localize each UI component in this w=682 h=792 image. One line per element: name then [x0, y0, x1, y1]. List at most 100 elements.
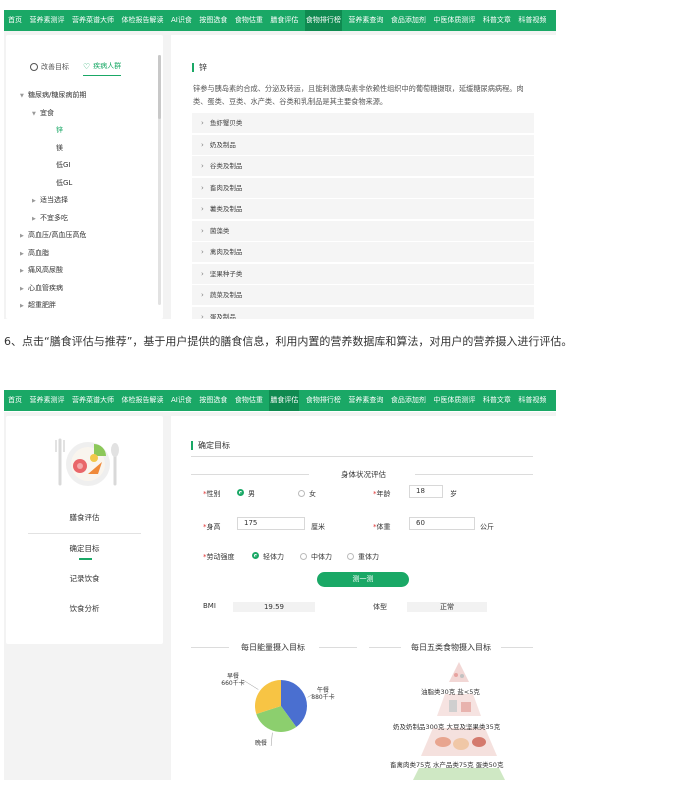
tree-item[interactable]: 镁: [20, 140, 86, 158]
nav-item[interactable]: 食品添加剂: [390, 390, 427, 411]
nutrient-description: 锌参与胰岛素的合成、分泌及转运，且能刺激胰岛素非依赖性组织中的葡萄糖摄取，延缓糖…: [193, 84, 524, 106]
food-category-item[interactable]: › 畜肉及制品: [192, 177, 534, 198]
activity-heavy-radio[interactable]: [347, 553, 354, 560]
nav-item[interactable]: 营养素查询: [347, 10, 384, 31]
nav-item[interactable]: 首页: [7, 10, 23, 31]
tree-item[interactable]: 低GL: [20, 175, 86, 193]
nav-item[interactable]: 营养素查询: [347, 390, 384, 411]
disease-tree: ▼ 糖尿病/糖尿病前期 ▼ 宜食锌镁低GI 低GL ▶ 适当选择 ▶ 不宜多吃 ▶ 高血压/高血压高…: [20, 87, 86, 319]
food-category-item[interactable]: › 谷类及制品: [192, 156, 534, 176]
measure-button[interactable]: 测一测: [317, 572, 409, 587]
tree-item[interactable]: ▶ 高血脂: [20, 245, 86, 263]
nav-item[interactable]: 首页: [7, 390, 23, 411]
nav-item[interactable]: 营养素测评: [29, 10, 66, 31]
food-category-item[interactable]: › 禽肉及制品: [192, 242, 534, 262]
divider-food-left: [369, 647, 401, 648]
pie-value-label: 880千卡: [311, 693, 334, 701]
diet-plate-icon: [55, 438, 119, 486]
height-input[interactable]: 175: [237, 517, 305, 530]
gender-female-radio[interactable]: [298, 490, 305, 497]
tree-item[interactable]: ▼ 糖尿病/糖尿病前期: [20, 87, 86, 105]
nav-item[interactable]: 营养菜谱大师: [71, 390, 115, 411]
tree-item-label: 口腔溃疡: [28, 319, 56, 320]
nav-item[interactable]: 科普视频: [517, 390, 547, 411]
sidebar-scrollbar[interactable]: [158, 55, 161, 305]
food-category-item[interactable]: › 薯类及制品: [192, 199, 534, 219]
chevron-right-icon: ›: [201, 119, 204, 127]
nav-item[interactable]: AI识食: [170, 390, 193, 411]
tree-item[interactable]: ▼ 宜食: [20, 105, 86, 123]
nav-item[interactable]: 食物估重: [234, 10, 264, 31]
pyramid-level-oil-salt: 油脂类30克 盐<5克: [421, 688, 480, 696]
food-category-item[interactable]: › 鱼虾蟹贝类: [192, 113, 534, 133]
body-assessment-title: 身体状况评估: [341, 470, 386, 479]
nav-item[interactable]: 科普文章: [482, 10, 512, 31]
tree-item[interactable]: ▶ 痛风高尿酸: [20, 262, 86, 280]
active-indicator: [79, 558, 92, 560]
assessment-sidebar: 膳食评估 确定目标 记录饮食 饮食分析: [6, 416, 163, 644]
tree-item[interactable]: ▶ 适当选择: [20, 192, 86, 210]
divider-energy-left: [191, 647, 229, 648]
nav-item[interactable]: 按图选食: [198, 10, 228, 31]
food-category-item[interactable]: › 蔬菜及制品: [192, 285, 534, 305]
nav-item[interactable]: 按图选食: [198, 390, 228, 411]
food-category-item[interactable]: › 坚果种子类: [192, 263, 534, 284]
activity-light-radio[interactable]: [252, 552, 259, 559]
tree-item-label: 心血管疾病: [28, 283, 63, 292]
nav-item[interactable]: 中医体质测评: [432, 390, 476, 411]
food-category-label: 谷类及制品: [209, 162, 243, 170]
activity-label: *劳动强度: [203, 553, 235, 561]
nav-item[interactable]: AI识食: [170, 10, 193, 31]
nav-item[interactable]: 中医体质测评: [432, 10, 476, 31]
tab-improve-goal[interactable]: 改善目标: [30, 61, 69, 76]
pie-category-label: 午餐: [317, 686, 329, 694]
tree-item[interactable]: 低GI: [20, 157, 86, 175]
divider-food-right: [501, 647, 533, 648]
food-category-item[interactable]: › 奶及制品: [192, 134, 534, 155]
tree-item[interactable]: ▶口腔溃疡: [20, 315, 86, 320]
nav-item[interactable]: 食品添加剂: [390, 10, 427, 31]
nav-item[interactable]: 食物排行榜: [304, 10, 342, 31]
nav-item[interactable]: 食物估重: [234, 390, 264, 411]
nav-item[interactable]: 膳食评估: [269, 10, 299, 31]
sidebar-item-record-diet[interactable]: 记录饮食: [6, 573, 163, 584]
food-category-item[interactable]: › 菌藻类: [192, 220, 534, 241]
top-nav-bar-2: 首页 营养素测评 营养菜谱大师 体检报告解读 AI识食 按图选食 食物估重 膳食评估 食物排行榜…: [4, 390, 556, 411]
sidebar-item-diet-analysis[interactable]: 饮食分析: [6, 603, 163, 614]
sidebar-tabs: 改善目标 ♡ 疾病人群: [30, 61, 122, 76]
sidebar-divider: [28, 533, 141, 534]
nav-item[interactable]: 营养菜谱大师: [71, 10, 115, 31]
gender-male-label: 男: [248, 490, 255, 498]
nav-item[interactable]: 科普文章: [482, 390, 512, 411]
tree-item[interactable]: 锌: [20, 122, 86, 140]
weight-input[interactable]: 60: [409, 517, 475, 530]
age-input[interactable]: 18: [409, 485, 443, 498]
nav-item[interactable]: 食物排行榜: [305, 390, 342, 411]
food-category-label: 薯类及制品: [209, 205, 243, 213]
heartbeat-icon: ♡: [83, 61, 91, 71]
tree-item[interactable]: ▶ 高血压/高血压高危: [20, 227, 86, 245]
pie-category-label: 晚餐: [255, 739, 267, 746]
divider-right: [415, 474, 533, 475]
tree-item[interactable]: ▶ 心血管疾病: [20, 280, 86, 298]
activity-medium-radio[interactable]: [300, 553, 307, 560]
scrollbar-thumb[interactable]: [158, 55, 161, 119]
nav-item[interactable]: 膳食评估: [269, 390, 300, 411]
tab-disease-group[interactable]: ♡ 疾病人群: [83, 61, 122, 76]
tree-item[interactable]: ▶ 不宜多吃: [20, 210, 86, 228]
pyramid-level-meat-egg: 畜禽肉类75克 水产品类75克 蛋类50克: [390, 761, 504, 769]
sidebar-item-set-goal[interactable]: 确定目标: [6, 543, 163, 554]
food-category-label: 蛋及制品: [209, 312, 236, 320]
title-accent-bar: [192, 63, 194, 72]
caret-down-icon: ▼: [20, 93, 24, 99]
tree-item[interactable]: ▶ 超重肥胖: [20, 297, 86, 315]
gender-male-radio[interactable]: [237, 489, 244, 496]
nav-item[interactable]: 体检报告解读: [121, 10, 165, 31]
food-category-label: 畜肉及制品: [209, 183, 243, 192]
divider-left: [191, 474, 309, 475]
food-ranking-screenshot: 改善目标 ♡ 疾病人群 ▼ 糖尿病/糖尿病前期 ▼ 宜食锌镁低GI 低GL ▶ 适当选择 ▶ 不…: [4, 31, 556, 319]
nav-item[interactable]: 体检报告解读: [121, 390, 165, 411]
nav-item[interactable]: 营养素测评: [29, 390, 66, 411]
nav-item[interactable]: 科普视频: [517, 10, 547, 31]
food-category-item[interactable]: › 蛋及制品: [192, 306, 534, 320]
